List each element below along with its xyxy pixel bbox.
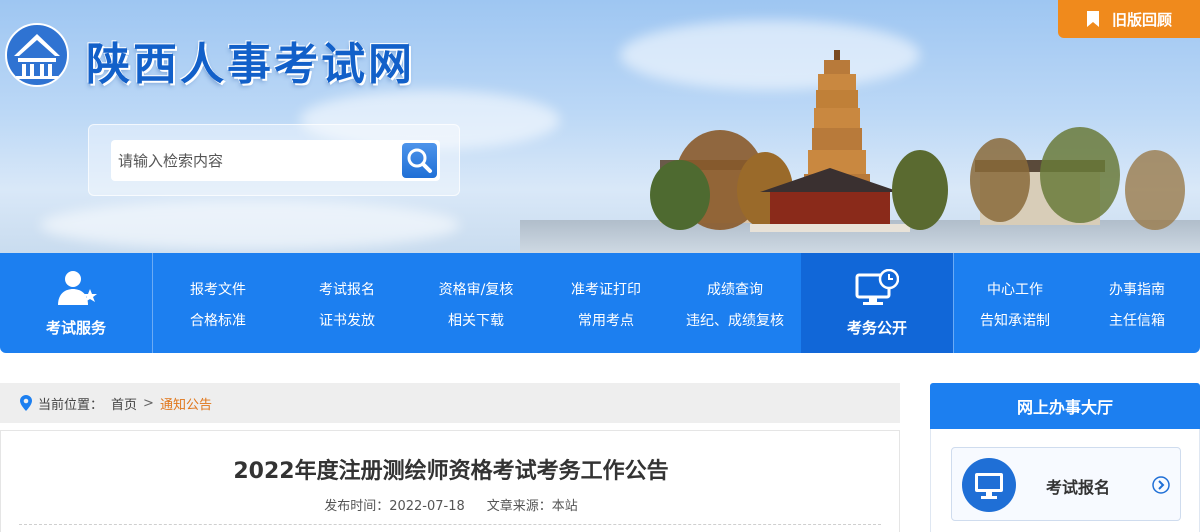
cloud-decoration [40, 200, 460, 250]
search-panel [88, 124, 460, 196]
online-service-hall-header: 网上办事大厅 [930, 383, 1200, 429]
site-header: 陕西人事考试网 旧版回顾 [0, 0, 1200, 253]
article-meta: 发布时间：2022-07-18 文章来源：本站 [1, 495, 901, 514]
nav-link-admission-ticket[interactable]: 准考证打印 [571, 279, 641, 299]
nav-link-exam-sites[interactable]: 常用考点 [578, 310, 634, 330]
nav-link-score-recheck[interactable]: 违纪、成绩复核 [686, 310, 784, 330]
source-value: 本站 [551, 499, 578, 514]
old-version-button[interactable]: 旧版回顾 [1058, 0, 1200, 38]
chevron-right-circle-icon [1152, 476, 1170, 494]
sidebar-item-label: 考试报名 [1046, 478, 1111, 497]
search-input[interactable] [111, 140, 399, 181]
article-panel: 2022年度注册测绘师资格考试考务工作公告 发布时间：2022-07-18 文章来… [0, 430, 900, 532]
monitor-icon [975, 473, 1003, 499]
monitor-clock-icon [855, 268, 899, 305]
search-icon [407, 148, 432, 173]
source-info: 文章来源：本站 [487, 499, 578, 514]
nav-link-director-mailbox[interactable]: 主任信箱 [1109, 310, 1165, 330]
sidebar-item-exam-registration[interactable]: 考试报名 [951, 447, 1181, 521]
bookmark-icon [1086, 11, 1099, 27]
nav-divider [953, 253, 954, 353]
pagoda-logo-icon[interactable] [4, 22, 70, 88]
breadcrumb: 当前位置： 首页 > 通知公告 [0, 383, 900, 423]
nav-link-pass-standard[interactable]: 合格标准 [190, 310, 246, 330]
exam-service-label: 考试服务 [45, 318, 106, 337]
nav-link-exam-registration[interactable]: 考试报名 [319, 279, 375, 299]
publish-date: 2022-07-18 [389, 499, 465, 514]
exam-service-section[interactable]: 考试服务 [0, 253, 152, 353]
main-nav: 考试服务 报考文件 合格标准 考试报名 证书发放 资格审/复核 相关下载 准考证… [0, 253, 1200, 353]
user-star-icon [58, 270, 97, 305]
search-button-face [402, 143, 437, 178]
search-button[interactable] [399, 140, 440, 181]
online-service-hall-panel: 考试报名 [930, 429, 1200, 532]
nav-link-certificate-issuance[interactable]: 证书发放 [319, 310, 375, 330]
nav-link-downloads[interactable]: 相关下载 [448, 310, 504, 330]
old-version-label: 旧版回顾 [1111, 10, 1172, 29]
nav-link-center-work[interactable]: 中心工作 [987, 279, 1043, 299]
nav-divider [152, 253, 153, 353]
source-label: 文章来源： [486, 499, 552, 514]
monitor-icon-badge [962, 458, 1016, 512]
article-title: 2022年度注册测绘师资格考试考务工作公告 [233, 459, 669, 484]
pagoda-scenery-image [520, 50, 1200, 253]
article-divider [19, 524, 881, 525]
breadcrumb-prefix: 当前位置： [38, 397, 104, 413]
nav-link-commitment-system[interactable]: 告知承诺制 [980, 310, 1050, 330]
nav-link-score-query[interactable]: 成绩查询 [707, 279, 763, 299]
nav-link-service-guide[interactable]: 办事指南 [1109, 279, 1165, 299]
breadcrumb-separator: > [143, 395, 154, 411]
site-title[interactable]: 陕西人事考试网 [86, 28, 415, 92]
exam-public-section[interactable]: 考务公开 [801, 253, 953, 353]
publish-info: 发布时间：2022-07-18 [324, 499, 465, 514]
publish-label: 发布时间： [324, 499, 390, 514]
breadcrumb-current-link[interactable]: 通知公告 [160, 394, 212, 413]
nav-link-qualification-review[interactable]: 资格审/复核 [439, 279, 514, 299]
nav-link-exam-documents[interactable]: 报考文件 [190, 279, 246, 299]
exam-public-label: 考务公开 [846, 318, 907, 337]
location-pin-icon [20, 395, 32, 411]
breadcrumb-home-link[interactable]: 首页 [111, 394, 137, 413]
